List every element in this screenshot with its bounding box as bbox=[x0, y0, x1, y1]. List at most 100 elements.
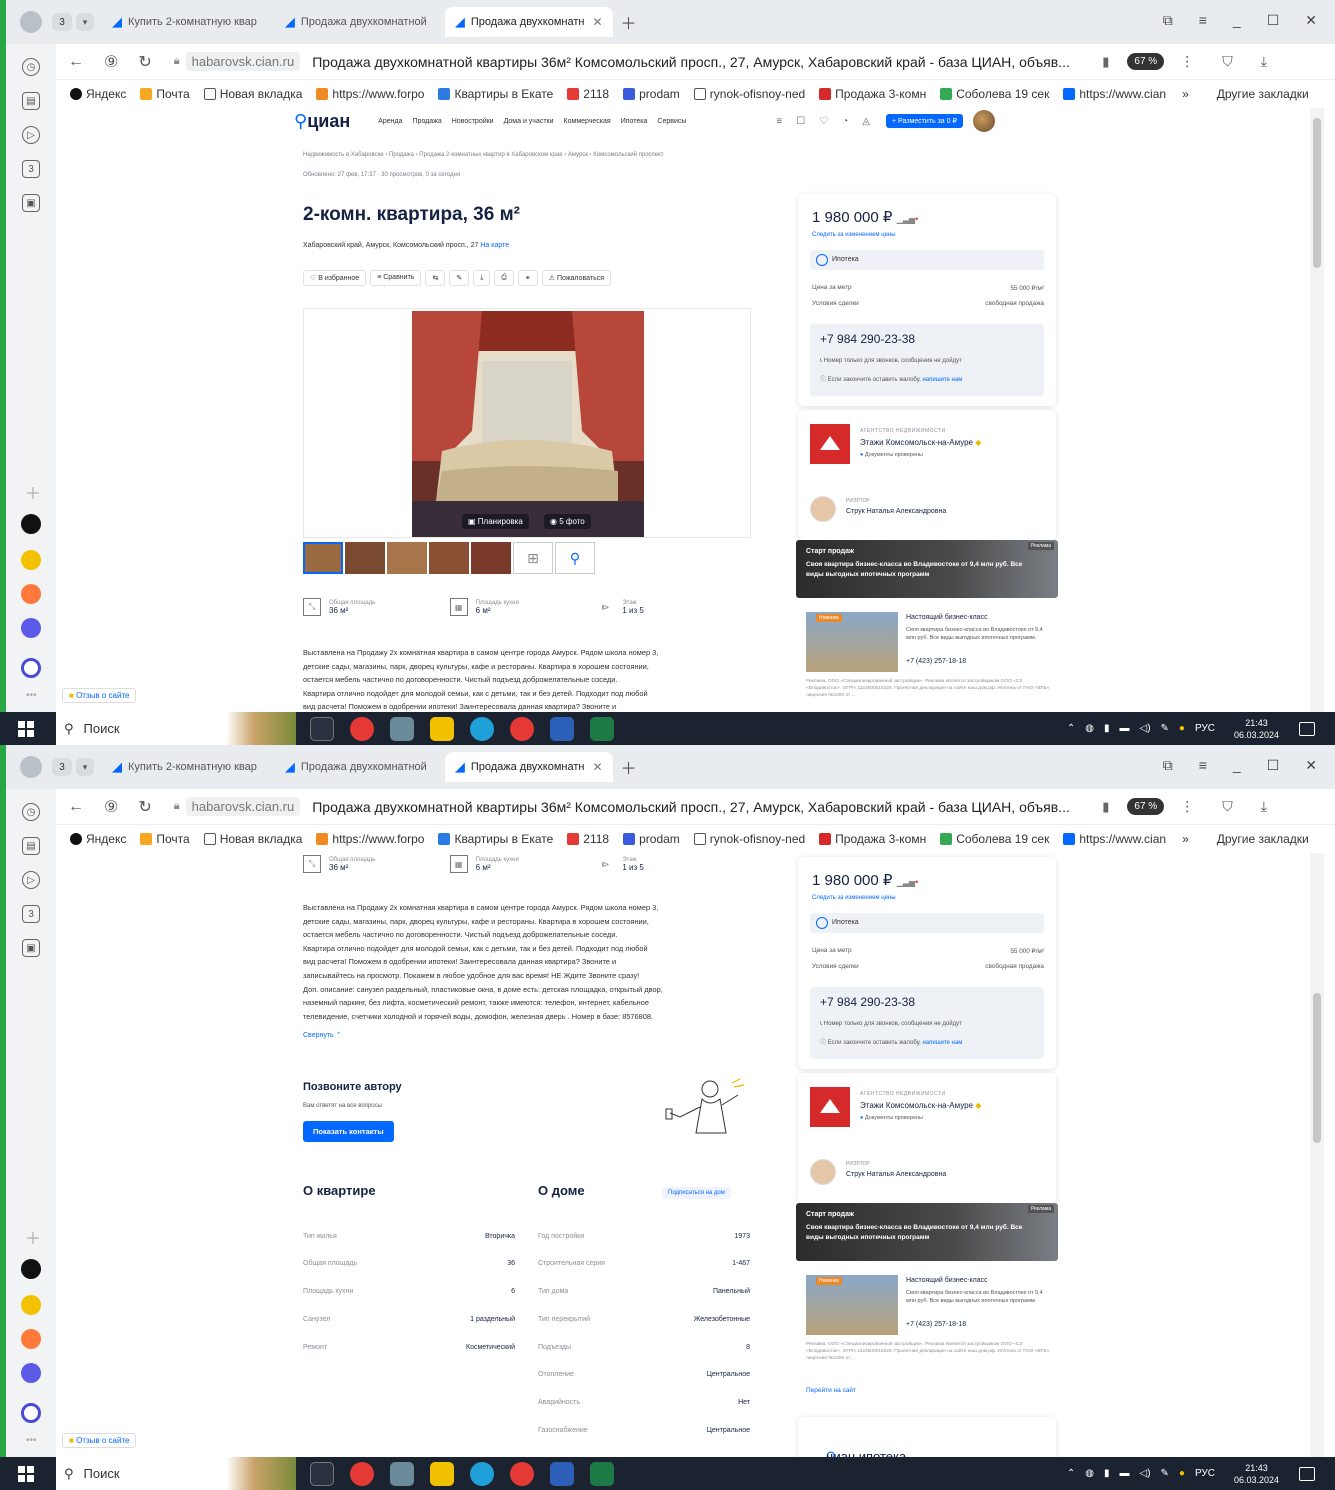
new-tab-icon[interactable]: ＋ bbox=[621, 10, 637, 34]
app-icon[interactable] bbox=[21, 550, 41, 570]
main-photo[interactable]: ▣ Планировка ◉ 5 фото bbox=[412, 311, 644, 537]
price-chart-icon[interactable]: ▁▃▅ bbox=[897, 878, 915, 887]
bookmark-item[interactable]: 2118 bbox=[567, 832, 609, 846]
user-avatar[interactable] bbox=[972, 110, 995, 132]
extensions-icon[interactable]: ⛉ bbox=[1222, 53, 1233, 70]
favorite-button[interactable]: ♡ В избранное bbox=[303, 270, 367, 286]
agency-logo[interactable] bbox=[810, 424, 850, 464]
bookmark-item[interactable]: Новая вкладка bbox=[203, 87, 302, 101]
tab-2[interactable]: ◢ Продажа двухкомнатной bbox=[275, 7, 437, 37]
close-window-icon[interactable]: ✕ bbox=[1305, 12, 1317, 29]
app-icon[interactable] bbox=[21, 1363, 41, 1383]
chevron-up-icon[interactable]: ⌃ bbox=[1067, 723, 1075, 734]
download-icon[interactable]: ⤓ bbox=[1261, 53, 1267, 70]
taskbar-search[interactable]: ⚲ Поиск bbox=[56, 712, 296, 745]
collapse-link[interactable]: Свернуть ⌃ bbox=[303, 1031, 342, 1039]
excel-icon[interactable] bbox=[590, 716, 614, 741]
calendar-icon[interactable]: 3 bbox=[22, 160, 40, 178]
minimize-icon[interactable]: _ bbox=[1233, 757, 1241, 774]
bell-icon[interactable]: ◬ bbox=[862, 116, 870, 127]
bookmark-item[interactable]: prodam bbox=[623, 87, 680, 101]
more-icon[interactable]: ⋮ bbox=[1180, 53, 1194, 70]
edge-icon[interactable] bbox=[470, 1461, 494, 1486]
tab-1[interactable]: ◢ Купить 2-комнатную квар bbox=[102, 7, 267, 37]
thumbnail[interactable] bbox=[345, 542, 385, 574]
compare-button[interactable]: ≡ Сравнить bbox=[370, 270, 422, 286]
write-us-link[interactable]: напишите нам bbox=[922, 1040, 962, 1046]
app-icon[interactable] bbox=[21, 1403, 41, 1423]
tab-2[interactable]: ◢ Продажа двухкомнатной bbox=[275, 752, 437, 782]
minimize-icon[interactable]: _ bbox=[1233, 12, 1241, 29]
compare-icon[interactable]: ≡ bbox=[776, 116, 782, 127]
volume-icon[interactable]: ◁) bbox=[1140, 1468, 1151, 1479]
favorite-icon[interactable]: ♡ bbox=[819, 116, 828, 127]
usb-icon[interactable]: ▮ bbox=[1104, 723, 1110, 734]
app-icon[interactable] bbox=[21, 1295, 41, 1315]
yandex-icon[interactable]: ⑨ bbox=[104, 797, 118, 817]
url-host[interactable]: habarovsk.cian.ru bbox=[185, 797, 301, 816]
tab-3-active[interactable]: ◢ Продажа двухкомнатн ✕ bbox=[444, 752, 613, 782]
close-window-icon[interactable]: ✕ bbox=[1305, 757, 1317, 774]
bookmark-item[interactable]: Квартиры в Екате bbox=[438, 87, 553, 101]
notifications-icon[interactable] bbox=[1299, 721, 1315, 736]
bookmark-item[interactable]: Соболева 19 сек bbox=[940, 87, 1049, 101]
tab-counter[interactable]: 3 bbox=[52, 13, 72, 31]
menu-icon[interactable]: ≡ bbox=[1199, 12, 1207, 29]
bookmark-item[interactable]: Новая вкладка bbox=[203, 832, 302, 846]
scroll-thumb[interactable] bbox=[1313, 118, 1321, 268]
realtor-name[interactable]: Струк Наталья Александровна bbox=[846, 1171, 946, 1178]
app-tray-icon[interactable]: ● bbox=[1179, 1468, 1185, 1479]
url-page-title[interactable]: Продажа двухкомнатной квартиры 36м² Комс… bbox=[312, 799, 1072, 815]
bookmark-item[interactable]: Яндекс bbox=[70, 87, 126, 101]
app-icon[interactable] bbox=[21, 514, 41, 534]
file-explorer-icon[interactable] bbox=[430, 716, 454, 741]
play-icon[interactable]: ▷ bbox=[22, 871, 40, 889]
gallery-icon[interactable]: ▣ bbox=[22, 194, 40, 212]
close-icon[interactable]: ✕ bbox=[592, 15, 602, 29]
bookmark-item[interactable]: https://www.forpo bbox=[316, 832, 424, 846]
bookmark-item[interactable]: Почта bbox=[140, 87, 190, 101]
bookmark-item[interactable]: https://www.forpo bbox=[316, 87, 424, 101]
chevron-up-icon[interactable]: ⌃ bbox=[1067, 1468, 1075, 1479]
note-button[interactable]: ✎ bbox=[449, 270, 470, 286]
app-icon[interactable] bbox=[21, 618, 41, 638]
print-button[interactable]: ⎙ bbox=[494, 270, 514, 286]
bookmark-item[interactable]: Продажа 3-комн bbox=[819, 832, 926, 846]
thumbnail[interactable] bbox=[471, 542, 511, 574]
profile-avatar[interactable] bbox=[20, 11, 42, 33]
realtor-avatar[interactable] bbox=[810, 496, 836, 522]
map-link[interactable]: На карте bbox=[480, 242, 509, 249]
feedback-button[interactable]: ■ Отзыв о сайте bbox=[62, 688, 137, 703]
agency-logo[interactable] bbox=[810, 1087, 850, 1127]
ad-banner[interactable]: Реклама Старт продаж Своя квартира бизне… bbox=[796, 1203, 1058, 1261]
menu-icon[interactable]: ≡ bbox=[1199, 757, 1207, 774]
bookmark-item[interactable]: Почта bbox=[140, 832, 190, 846]
agency-name[interactable]: Этажи Комсомольск-на-Амуре ◆ bbox=[860, 1101, 981, 1110]
app-tray-icon[interactable]: ◍ bbox=[1085, 723, 1094, 734]
download-icon[interactable]: ⤓ bbox=[1261, 798, 1267, 815]
zoom-badge[interactable]: 67 % bbox=[1127, 53, 1165, 70]
clock[interactable]: 21:43 06.03.2024 bbox=[1234, 717, 1279, 741]
menu-item[interactable]: Продажа bbox=[413, 118, 442, 125]
menu-item[interactable]: Новостройки bbox=[452, 118, 494, 125]
phone-number[interactable]: +7 984 290-23-38 bbox=[820, 332, 915, 346]
clock[interactable]: 21:43 06.03.2024 bbox=[1234, 1462, 1279, 1486]
feedback-button[interactable]: ■ Отзыв о сайте bbox=[62, 1433, 137, 1448]
more-dots-icon[interactable]: ••• bbox=[26, 1435, 37, 1446]
usb-icon[interactable]: ▮ bbox=[1104, 1468, 1110, 1479]
bookmark-item[interactable]: Продажа 3-комн bbox=[819, 87, 926, 101]
yandex-browser-icon[interactable] bbox=[350, 716, 374, 741]
play-icon[interactable]: ▷ bbox=[22, 126, 40, 144]
ad-banner[interactable]: Реклама Старт продаж Своя квартира бизне… bbox=[796, 540, 1058, 598]
history-icon[interactable]: ◷ bbox=[22, 803, 40, 821]
zoom-badge[interactable]: 67 % bbox=[1127, 798, 1165, 815]
menu-item[interactable]: Коммерческая bbox=[564, 118, 611, 125]
tabs-icon[interactable]: ⧉ bbox=[1163, 757, 1173, 774]
report-button[interactable]: ⚠ Пожаловаться bbox=[541, 270, 612, 286]
taskbar-search[interactable]: ⚲ Поиск bbox=[56, 1457, 296, 1490]
excel-icon[interactable] bbox=[590, 1461, 614, 1486]
agency-name[interactable]: Этажи Комсомольск-на-Амуре ◆ bbox=[860, 438, 981, 447]
url-page-title[interactable]: Продажа двухкомнатной квартиры 36м² Комс… bbox=[312, 54, 1072, 70]
task-view-icon[interactable] bbox=[310, 716, 334, 741]
floor-plan-thumbnail[interactable]: ⊞ bbox=[513, 542, 553, 574]
